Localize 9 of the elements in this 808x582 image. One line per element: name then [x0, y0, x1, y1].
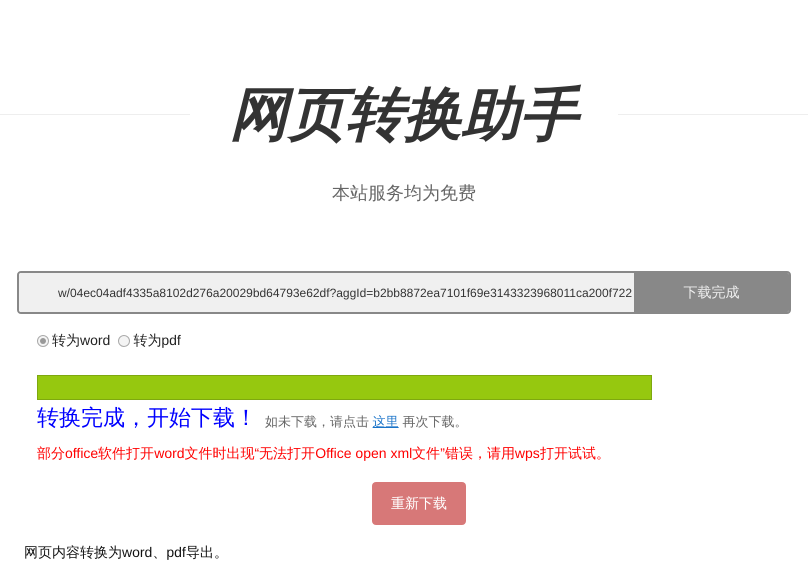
status-headline: 转换完成，开始下载！ [37, 404, 257, 432]
warning-text: 部分office软件打开word文件时出现“无法打开Office open xml文件”错误，请用wps打开试试。 [37, 445, 610, 461]
here-link[interactable]: 这里 [372, 414, 399, 428]
retry-hint: 如未下载，请点击 这里 再次下载。 [265, 412, 468, 430]
format-radio[interactable]: 转为word [37, 330, 110, 351]
format-radio[interactable]: 转为pdf [118, 330, 181, 351]
footer-text: 网页内容转换为word、pdf导出。 [24, 544, 228, 560]
subtitle: 本站服务均为免费 [332, 182, 476, 205]
page-title: 网页转换助手 [190, 78, 618, 150]
